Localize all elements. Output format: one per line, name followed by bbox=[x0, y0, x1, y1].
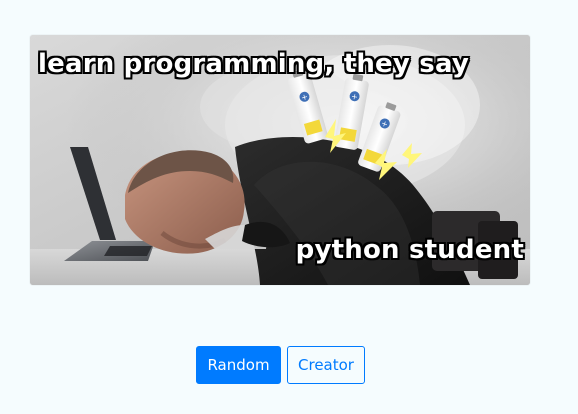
meme-bottom-caption: python student bbox=[295, 235, 524, 265]
action-button-row: Random Creator bbox=[196, 346, 365, 384]
random-button[interactable]: Random bbox=[196, 346, 281, 384]
creator-button[interactable]: Creator bbox=[287, 346, 365, 384]
meme-top-caption: learn programming, they say bbox=[38, 49, 470, 79]
meme-card: + + + learn programming, they say python… bbox=[30, 35, 530, 285]
